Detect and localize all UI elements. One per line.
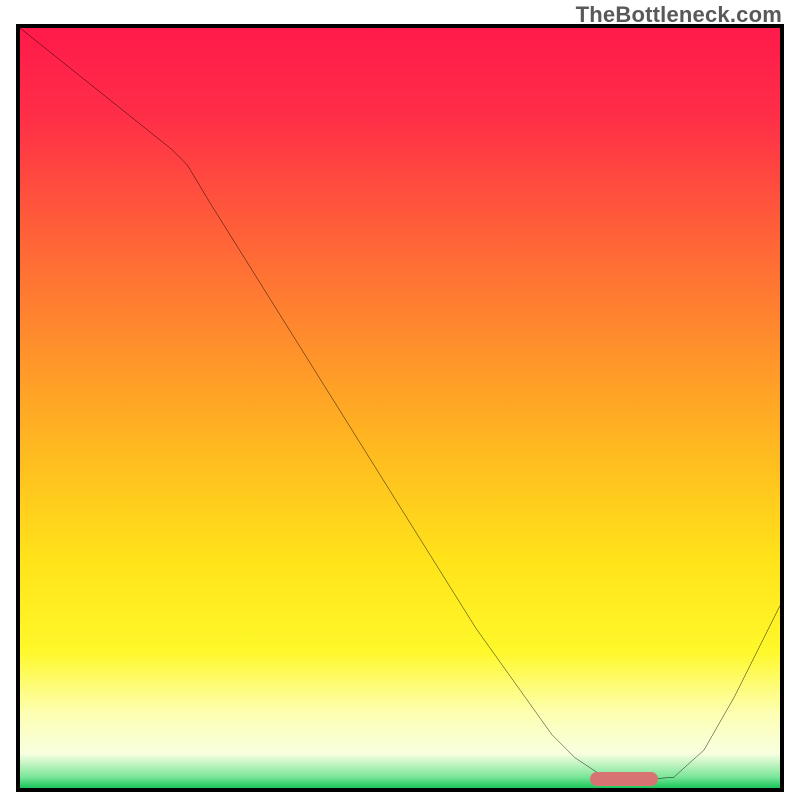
optimal-range-marker xyxy=(590,772,658,786)
chart-line xyxy=(20,28,780,788)
chart-frame xyxy=(16,24,784,792)
